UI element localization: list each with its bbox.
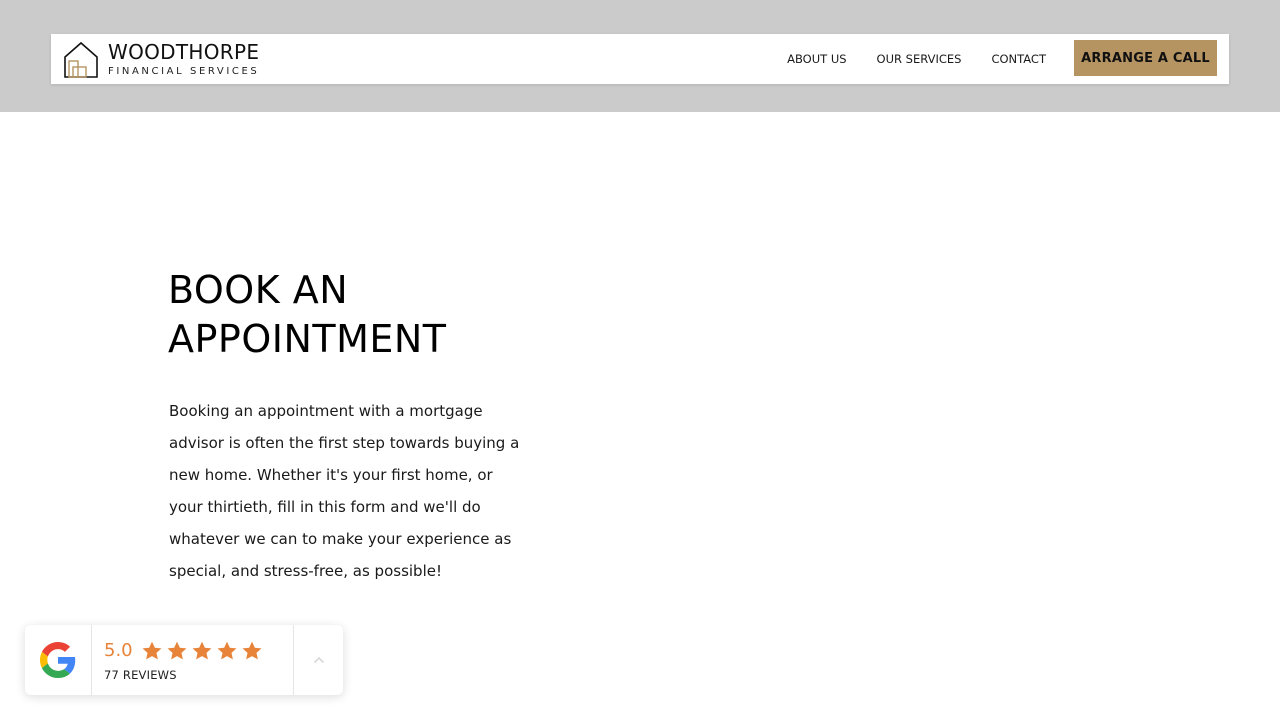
arrange-call-button[interactable]: ARRANGE A CALL	[1074, 40, 1217, 76]
brand-subtitle: FINANCIAL SERVICES	[108, 66, 260, 77]
star-icon	[142, 641, 162, 660]
main-nav: ABOUT US OUR SERVICES CONTACT	[787, 52, 1046, 66]
reviews-toggle[interactable]	[294, 625, 343, 695]
star-icon	[217, 641, 237, 660]
nav-contact[interactable]: CONTACT	[991, 52, 1046, 66]
nav-our-services[interactable]: OUR SERVICES	[877, 52, 962, 66]
star-rating	[141, 640, 263, 662]
page-title: BOOK AN APPOINTMENT	[168, 266, 447, 364]
star-icon	[192, 641, 212, 660]
star-icon	[167, 641, 187, 660]
rating-summary: 5.0 77 REVIEWS	[92, 625, 294, 695]
star-icon	[242, 641, 262, 660]
intro-paragraph: Booking an appointment with a mortgage a…	[169, 402, 520, 580]
brand-logo[interactable]: WOODTHORPE FINANCIAL SERVICES	[63, 41, 259, 79]
rating-score: 5.0	[104, 640, 133, 661]
brand-name: WOODTHORPE	[108, 40, 260, 64]
google-reviews-widget[interactable]: 5.0 77 REVIEWS	[25, 625, 343, 695]
site-header: WOODTHORPE FINANCIAL SERVICES ABOUT US O…	[51, 34, 1229, 84]
page-title-line-1: BOOK AN	[168, 268, 349, 312]
review-count: 77 REVIEWS	[104, 668, 177, 682]
nav-about-us[interactable]: ABOUT US	[787, 52, 846, 66]
house-outline-icon	[64, 41, 98, 78]
chevron-up-icon	[313, 656, 324, 664]
google-logo-cell	[25, 625, 92, 695]
page-title-line-2: APPOINTMENT	[168, 317, 447, 361]
google-icon	[40, 642, 76, 678]
